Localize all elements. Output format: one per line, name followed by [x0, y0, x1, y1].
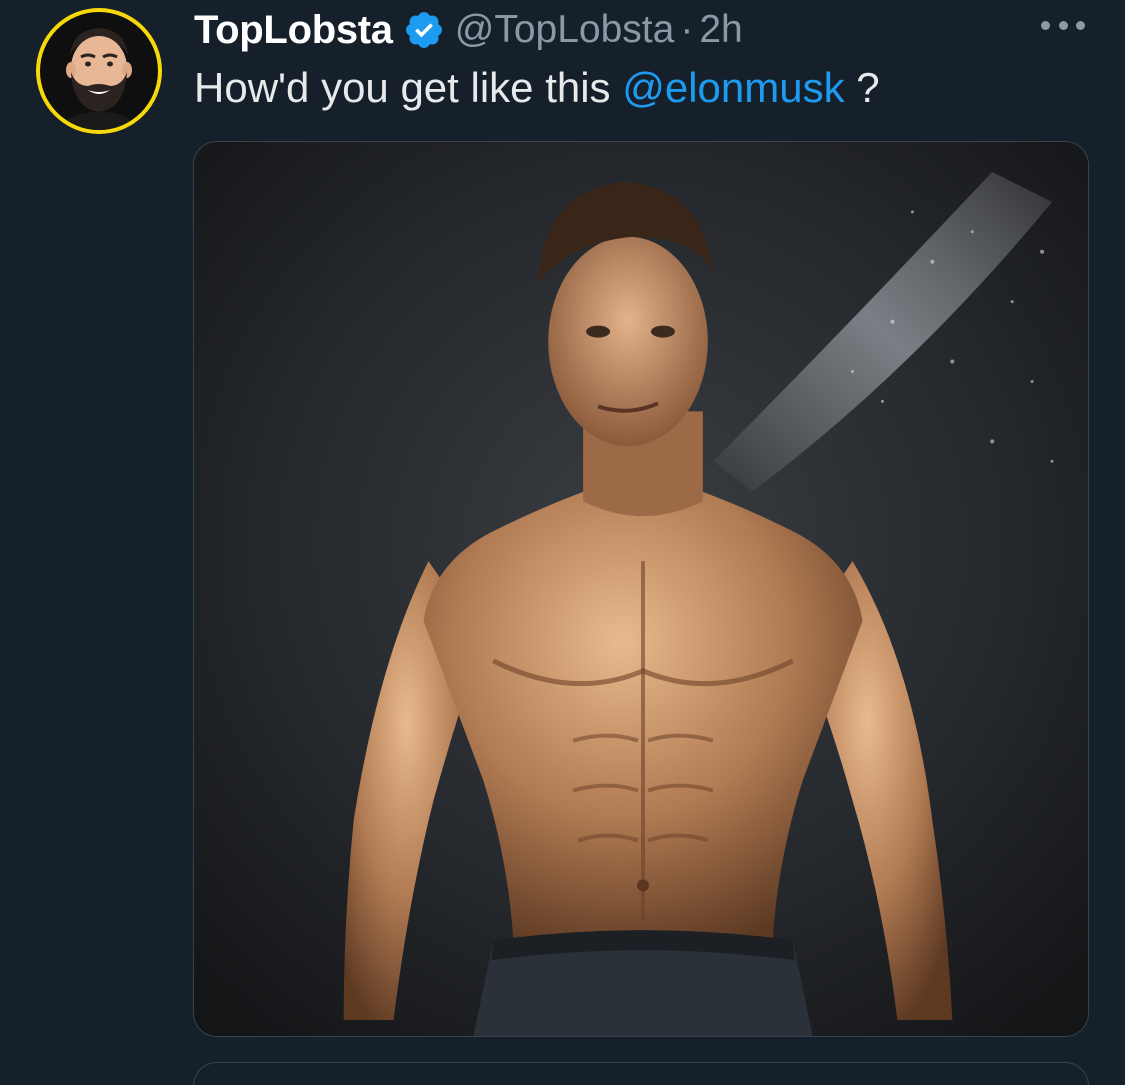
muscular-man-illustration — [194, 142, 1088, 1036]
tweet-header: TopLobsta @TopLobsta · 2h — [194, 0, 743, 60]
avatar-image — [40, 12, 158, 130]
tweet-media-image[interactable] — [193, 141, 1089, 1037]
mention-link[interactable]: @elonmusk — [622, 64, 844, 111]
user-handle[interactable]: @TopLobsta — [455, 8, 675, 52]
tweet-text: How'd you get like this @elonmusk ? — [194, 60, 880, 116]
more-options-icon[interactable] — [1041, 12, 1085, 38]
separator-dot: · — [680, 8, 694, 51]
verified-badge-icon[interactable] — [403, 9, 445, 51]
next-card — [193, 1062, 1089, 1085]
tweet-text-after: ? — [844, 64, 880, 111]
tweet-container: TopLobsta @TopLobsta · 2h How'd you get … — [0, 0, 1125, 1085]
timestamp[interactable]: 2h — [699, 8, 742, 52]
display-name[interactable]: TopLobsta — [194, 8, 393, 53]
tweet-text-before: How'd you get like this — [194, 64, 623, 111]
avatar[interactable] — [36, 8, 162, 134]
